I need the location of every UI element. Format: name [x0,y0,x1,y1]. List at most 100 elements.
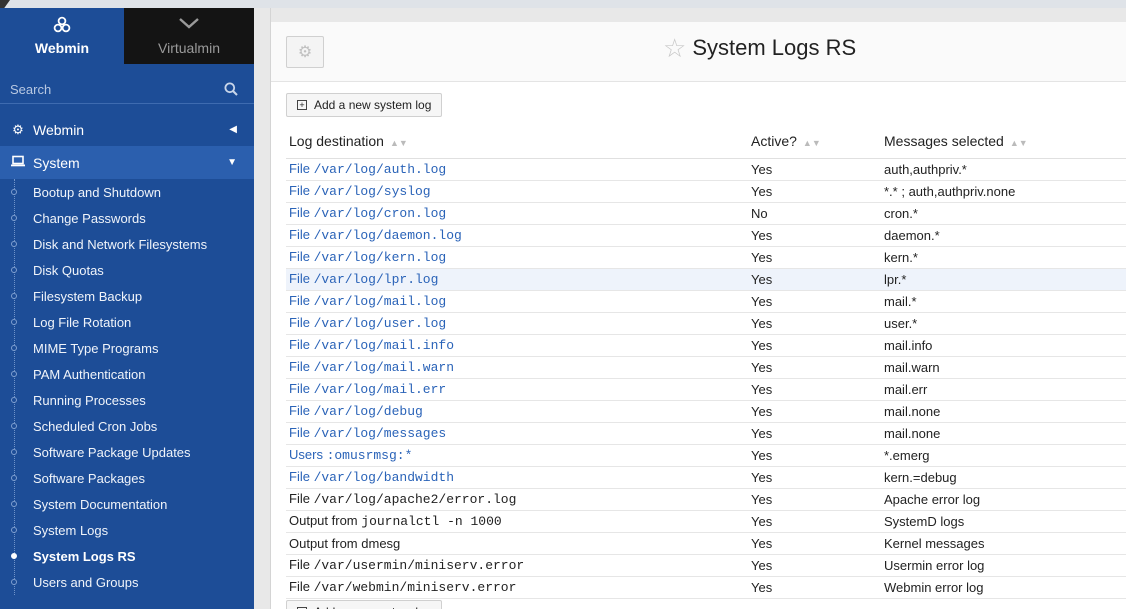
log-destination-link[interactable]: File /var/log/kern.log [289,249,446,265]
log-destination-text: Output from dmesg [289,536,400,551]
add-system-log-button[interactable]: + Add a new system log [286,93,443,117]
log-destination-cell[interactable]: File /var/log/bandwidth [286,466,748,489]
log-destination-link[interactable]: File /var/log/mail.err [289,381,446,397]
bullet-icon [11,267,17,273]
messages-selected: *.emerg [881,444,1126,467]
log-destination-cell[interactable]: File /var/log/kern.log [286,246,748,269]
log-destination-link[interactable]: File /var/log/messages [289,425,446,441]
log-destination-link[interactable]: File /var/log/syslog [289,183,431,199]
table-row: File /var/log/mail.info Yes mail.info [286,334,1126,357]
sidebar-item-module[interactable]: Disk Quotas [0,257,254,283]
sidebar-item-module[interactable]: Users and Groups [0,569,254,595]
messages-selected: mail.* [881,290,1126,313]
log-destination-cell[interactable]: File /var/log/cron.log [286,202,748,225]
destination-type: Output from [289,535,358,551]
sidebar-item-label: Change Passwords [33,210,146,226]
log-destination-link[interactable]: File /var/log/bandwidth [289,469,455,485]
sidebar-item-label: Scheduled Cron Jobs [33,418,158,434]
active-status: Yes [748,422,881,445]
col-log-destination[interactable]: Log destination ▲▼ [286,125,748,159]
log-destination-cell[interactable]: File /var/log/messages [286,422,748,445]
sidebar-item-module[interactable]: System Logs [0,517,254,543]
search-input[interactable] [0,76,220,103]
sidebar-item-module[interactable]: Change Passwords [0,205,254,231]
destination-type: Output from [289,513,358,528]
log-destination-link[interactable]: Users :omusrmsg:* [289,447,412,463]
category-webmin[interactable]: ⚙ Webmin ◀ [0,113,254,146]
log-destination-cell[interactable]: File /var/log/syslog [286,180,748,203]
add-system-log-label: Add a new system log [314,98,432,112]
sidebar-item-module[interactable]: System Logs RS [0,543,254,569]
destination-path: /var/log/mail.info [313,338,455,353]
log-destination-link[interactable]: File /var/log/mail.warn [289,359,454,375]
bullet-icon [11,579,17,585]
bullet-icon [11,501,17,507]
table-row: Users :omusrmsg:* Yes *.emerg [286,444,1126,467]
log-destination-cell[interactable]: File /var/log/mail.err [286,378,748,401]
log-destination-link[interactable]: File /var/log/lpr.log [289,271,438,287]
destination-path: dmesg [361,535,401,551]
sidebar-item-label: System Logs RS [33,548,136,564]
sidebar-item-module[interactable]: Bootup and Shutdown [0,179,254,205]
log-destination-link[interactable]: File /var/log/cron.log [289,205,446,221]
table-row: File /var/log/bandwidth Yes kern.=debug [286,466,1126,489]
sidebar-item-label: PAM Authentication [33,366,146,382]
sidebar-item-module[interactable]: Running Processes [0,387,254,413]
sidebar-item-module[interactable]: Software Package Updates [0,439,254,465]
sidebar-item-module[interactable]: Scheduled Cron Jobs [0,413,254,439]
log-destination-link[interactable]: File /var/log/daemon.log [289,227,462,243]
log-destination-link[interactable]: File /var/log/mail.info [289,337,455,353]
col-messages-selected[interactable]: Messages selected ▲▼ [881,125,1126,159]
module-config-button[interactable]: ⚙ [286,36,324,68]
sidebar-item-module[interactable]: MIME Type Programs [0,335,254,361]
sidebar-item-module[interactable]: PAM Authentication [0,361,254,387]
sidebar-item-module[interactable]: System Documentation [0,491,254,517]
table-header-row: Log destination ▲▼ Active? ▲▼ Messages sel… [286,125,1126,159]
favorite-star-icon[interactable]: ☆ [663,34,686,62]
log-destination-cell[interactable]: File /var/log/user.log [286,312,748,335]
category-system[interactable]: System ▼ [0,146,254,179]
log-destination-cell[interactable]: File /var/log/auth.log [286,158,748,181]
log-destination-cell[interactable]: File /var/log/debug [286,400,748,423]
table-row: File /var/log/kern.log Yes kern.* [286,246,1126,269]
active-status: No [748,202,881,225]
destination-type: File [289,205,310,220]
caret-down-icon: ▼ [227,157,237,168]
sidebar-item-module[interactable]: Log File Rotation [0,309,254,335]
search-icon[interactable] [224,82,238,96]
log-destination-cell[interactable]: Users :omusrmsg:* [286,444,748,467]
webmin-switch[interactable]: Webmin [0,8,124,64]
destination-path: /var/log/bandwidth [313,470,455,485]
col-active[interactable]: Active? ▲▼ [748,125,881,159]
sidebar-item-module[interactable]: Software Packages [0,465,254,491]
destination-path: /var/log/daemon.log [313,228,462,243]
log-destination-link[interactable]: File /var/log/auth.log [289,161,447,177]
log-destination-cell[interactable]: File /var/log/daemon.log [286,224,748,247]
page-title: System Logs RS [692,35,857,60]
destination-path: /var/log/auth.log [313,162,447,177]
messages-selected: user.* [881,312,1126,335]
log-destination-link[interactable]: File /var/log/debug [289,403,423,419]
main-content: ⚙ ☆ System Logs RS + Add a new system lo… [270,8,1126,609]
log-destination-cell[interactable]: File /var/log/lpr.log [286,268,748,291]
sidebar-item-module[interactable]: Filesystem Backup [0,283,254,309]
bullet-icon [11,319,17,325]
table-row: File /var/log/daemon.log Yes daemon.* [286,224,1126,247]
sidebar-item-label: Disk and Network Filesystems [33,236,208,252]
log-destination-link[interactable]: File /var/log/mail.log [289,293,446,309]
active-status: Yes [748,488,881,511]
log-destination-link[interactable]: File /var/log/user.log [289,315,446,331]
log-destination-cell[interactable]: File /var/log/mail.warn [286,356,748,379]
sidebar-item-module[interactable]: Disk and Network Filesystems [0,231,254,257]
messages-selected: mail.none [881,422,1126,445]
add-system-log-button-bottom[interactable]: + Add a new system log [286,600,443,609]
log-destination-cell: Output from dmesg [286,532,748,555]
log-destination-cell[interactable]: File /var/log/mail.info [286,334,748,357]
messages-selected: Usermin error log [881,554,1126,577]
plus-square-icon: + [297,100,307,110]
bullet-icon [11,241,17,247]
virtualmin-switch[interactable]: Virtualmin [124,8,254,64]
log-destination-cell[interactable]: File /var/log/mail.log [286,290,748,313]
sidebar: Webmin Virtualmin ⚙ Webmin ◀ System ▼ Bo… [0,8,254,609]
destination-type: File [289,491,310,506]
